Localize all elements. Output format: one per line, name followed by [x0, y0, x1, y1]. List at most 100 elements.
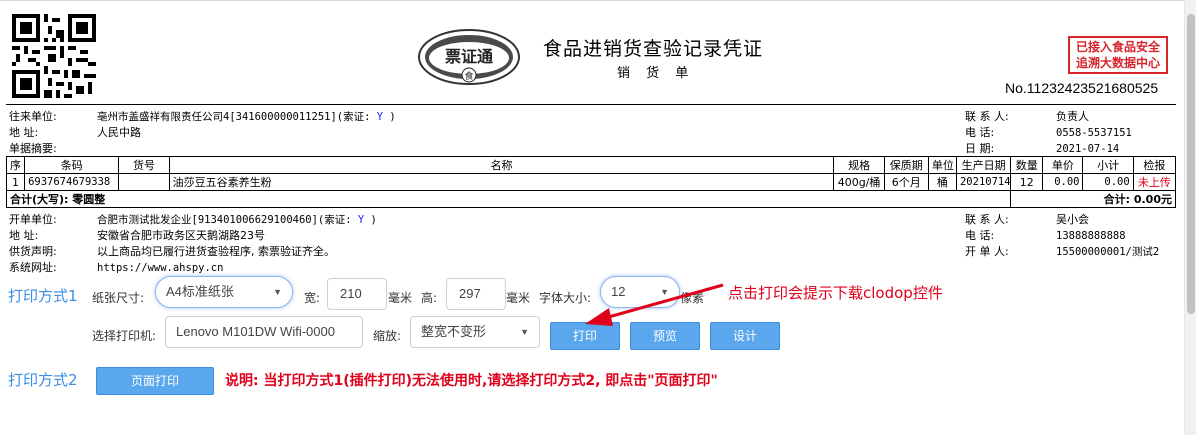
- zoom-value: 整宽不变形: [421, 324, 487, 339]
- issuer-contact-row: 联 系 人: 吴小会: [965, 211, 1089, 227]
- document-number: No.11232423521680525: [1005, 80, 1159, 96]
- stamp-line-1: 已接入食品安全: [1075, 40, 1160, 54]
- cell-barcode: 6937674679338: [24, 173, 120, 191]
- partner-phone-row: 电 话: 0558-5537151: [965, 124, 1132, 140]
- col-price: 单价: [1042, 156, 1084, 174]
- issuer-phone-value: 13888888888: [1056, 230, 1126, 242]
- width-input[interactable]: 210: [327, 278, 387, 310]
- cell-unit: 桶: [927, 173, 957, 191]
- contact-label: 联 系 人:: [965, 110, 1009, 123]
- issuer-unit-value: 合肥市测试批发企业[913401006629100460](索证:: [97, 214, 358, 226]
- issuer-contact-value: 吴小会: [1056, 213, 1089, 226]
- cell-subtotal: 0.00: [1082, 173, 1134, 191]
- page-print-button[interactable]: 页面打印: [96, 367, 214, 395]
- col-subtotal: 小计: [1082, 156, 1134, 174]
- partner-row: 往来单位: 亳州市盖盛祥有限责任公司4[341600000011251](索证: …: [9, 108, 396, 124]
- issuer-address-row: 地 址: 安徽省合肥市政务区天鹅湖路23号: [9, 227, 265, 243]
- partner-contact-row: 联 系 人: 负责人: [965, 108, 1089, 124]
- memo-label: 单据摘要:: [9, 142, 57, 155]
- site-label: 系统网址:: [9, 261, 57, 274]
- memo-row: 单据摘要:: [9, 140, 73, 156]
- date-row: 日 期: 2021-07-14: [965, 140, 1119, 156]
- printer-select[interactable]: Lenovo M101DW Wifi-0000: [165, 316, 363, 348]
- col-prod-date: 生产日期: [955, 156, 1012, 174]
- goods-table: 序 条码 货号 名称 规格 保质期 单位 生产日期 数量 单价 小计 检报 1 …: [5, 156, 1177, 208]
- col-item-no: 货号: [118, 156, 170, 174]
- table-header-row: 序 条码 货号 名称 规格 保质期 单位 生产日期 数量 单价 小计 检报: [5, 156, 1177, 174]
- partner-close: ): [383, 111, 396, 123]
- total-amount: 合计: 0.00元: [1010, 190, 1176, 208]
- issuer-contact-label: 联 系 人:: [965, 213, 1009, 226]
- height-label: 高:: [421, 291, 438, 305]
- col-inspection: 检报: [1132, 156, 1177, 174]
- operator-value: 15500000001/测试2: [1056, 246, 1160, 258]
- issuer-address-value: 安徽省合肥市政务区天鹅湖路23号: [97, 229, 265, 242]
- partner-label: 往来单位:: [9, 110, 57, 123]
- issuer-unit-close: ): [364, 214, 377, 226]
- issuer-phone-row: 电 话: 13888888888: [965, 227, 1126, 243]
- col-qty: 数量: [1010, 156, 1044, 174]
- table-row: 1 6937674679338 油莎豆五谷素养生粉 400g/桶 6个月 桶 2…: [5, 173, 1177, 191]
- print-hint: 点击打印会提示下载clodop控件: [728, 284, 943, 302]
- issuer-phone-label: 电 话:: [965, 229, 995, 242]
- red-arrow-icon: [585, 283, 724, 326]
- col-spec: 规格: [833, 156, 885, 174]
- cell-index: 1: [5, 173, 26, 191]
- total-in-words: 合计(大写): 零圆整: [5, 190, 1012, 208]
- divider-top: [6, 104, 1176, 105]
- zoom-select[interactable]: 整宽不变形 ▼: [410, 316, 540, 348]
- print-method-note: 说明: 当打印方式1(插件打印)无法使用时,请选择打印方式2, 即点击"页面打印…: [225, 373, 718, 389]
- traceability-stamp: 已接入食品安全 追溯大数据中心: [1068, 36, 1168, 74]
- phone-label: 电 话:: [965, 126, 995, 139]
- site-value[interactable]: https://www.ahspy.cn: [97, 262, 223, 274]
- address-value: 人民中路: [97, 126, 141, 139]
- statement-row: 供货声明: 以上商品均已履行进货查验程序, 索票验证齐全。: [9, 243, 335, 259]
- paper-size-value: A4标准纸张: [166, 284, 234, 299]
- cell-spec: 400g/桶: [833, 173, 885, 191]
- date-label: 日 期:: [965, 142, 995, 155]
- printer-value: Lenovo M101DW Wifi-0000: [176, 324, 335, 339]
- zoom-label: 缩放:: [373, 329, 402, 343]
- page-subtitle: 销 货 单: [617, 66, 695, 81]
- cell-prod-date: 20210714: [955, 173, 1012, 191]
- logo-icon: 票证通 食: [418, 29, 520, 85]
- scrollbar-thumb[interactable]: [1187, 14, 1195, 314]
- col-name: 名称: [168, 156, 835, 174]
- statement-value: 以上商品均已履行进货查验程序, 索票验证齐全。: [97, 245, 335, 258]
- dropdown-arrow-icon: ▼: [273, 287, 282, 297]
- contact-value: 负责人: [1056, 110, 1089, 123]
- cell-qty: 12: [1010, 173, 1044, 191]
- dropdown-arrow-icon: ▼: [520, 327, 529, 337]
- stamp-line-2: 追溯大数据中心: [1075, 56, 1160, 70]
- width-unit: 毫米: [388, 291, 413, 305]
- col-barcode: 条码: [24, 156, 120, 174]
- date-value: 2021-07-14: [1056, 143, 1120, 155]
- partner-address-row: 地 址: 人民中路: [9, 124, 141, 140]
- col-index: 序: [5, 156, 26, 174]
- statement-label: 供货声明:: [9, 245, 57, 258]
- col-unit: 单位: [927, 156, 957, 174]
- cell-inspection[interactable]: 未上传: [1132, 173, 1177, 191]
- issuer-unit-label: 开单单位:: [9, 213, 57, 226]
- page-title: 食品进销货查验记录凭证: [543, 38, 764, 60]
- table-total-row: 合计(大写): 零圆整 合计: 0.00元: [5, 190, 1176, 208]
- svg-text:食: 食: [464, 70, 473, 82]
- cell-item-no: [118, 173, 170, 191]
- operator-label: 开 单 人:: [965, 245, 1009, 258]
- printer-label: 选择打印机:: [92, 329, 157, 343]
- issuer-unit-row: 开单单位: 合肥市测试批发企业[913401006629100460](索证: Y…: [9, 211, 377, 227]
- issuer-address-label: 地 址:: [9, 229, 39, 242]
- operator-row: 开 单 人: 15500000001/测试2: [965, 243, 1159, 259]
- vertical-scrollbar[interactable]: [1184, 0, 1196, 435]
- qr-code-icon: [12, 14, 96, 98]
- cell-price: 0.00: [1042, 173, 1084, 191]
- print-method-2-title: 打印方式2: [8, 371, 78, 389]
- address-label: 地 址:: [9, 126, 39, 139]
- print-method-1-title: 打印方式1: [8, 287, 78, 305]
- height-input[interactable]: 297: [446, 278, 506, 310]
- paper-size-select[interactable]: A4标准纸张 ▼: [155, 276, 293, 308]
- svg-text:票证通: 票证通: [445, 47, 493, 66]
- window-top-border: [0, 0, 1196, 8]
- site-row: 系统网址: https://www.ahspy.cn: [9, 259, 223, 275]
- paper-size-label: 纸张尺寸:: [92, 291, 145, 305]
